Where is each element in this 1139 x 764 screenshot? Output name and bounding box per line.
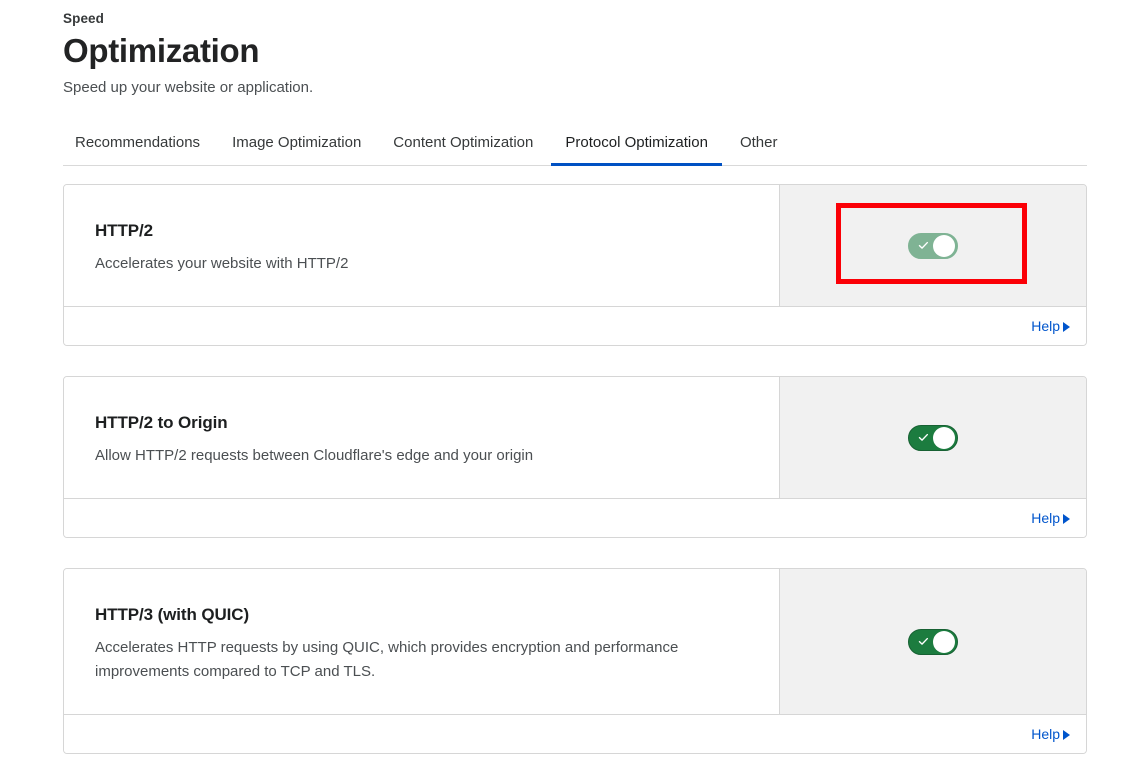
tab-protocol-optimization[interactable]: Protocol Optimization <box>551 128 722 166</box>
card-title: HTTP/2 <box>95 221 153 240</box>
card-text-area: HTTP/2 to Origin Allow HTTP/2 requests b… <box>64 377 780 498</box>
http2-to-origin-toggle-switch[interactable] <box>908 424 958 451</box>
card-text-area: HTTP/3 (with QUIC) Accelerates HTTP requ… <box>64 569 780 714</box>
tab-image-optimization[interactable]: Image Optimization <box>232 128 361 165</box>
card-body: HTTP/2 Accelerates your website with HTT… <box>64 185 1086 306</box>
speed-optimization-page: Speed Optimization Speed up your website… <box>0 0 1139 764</box>
help-link-label: Help <box>1031 726 1060 742</box>
setting-card-http2-to-origin: HTTP/2 to Origin Allow HTTP/2 requests b… <box>63 376 1087 538</box>
card-body: HTTP/2 to Origin Allow HTTP/2 requests b… <box>64 377 1086 498</box>
tab-recommendations[interactable]: Recommendations <box>75 128 200 165</box>
toggle-knob <box>933 234 955 257</box>
card-text-area: HTTP/2 Accelerates your website with HTT… <box>64 185 780 306</box>
card-description: Accelerates HTTP requests by using QUIC,… <box>95 639 679 680</box>
help-link[interactable]: Help <box>1031 317 1070 335</box>
help-link[interactable]: Help <box>1031 725 1070 743</box>
card-control-panel <box>780 569 1086 714</box>
card-description: Allow HTTP/2 requests between Cloudflare… <box>95 447 534 464</box>
tab-content-optimization[interactable]: Content Optimization <box>393 128 533 165</box>
help-link-label: Help <box>1031 318 1060 334</box>
check-icon <box>918 432 929 443</box>
caret-right-icon <box>1063 513 1070 524</box>
breadcrumb-eyebrow: Speed <box>63 11 105 26</box>
check-icon <box>918 636 929 647</box>
check-icon <box>918 240 929 251</box>
setting-card-http2: HTTP/2 Accelerates your website with HTT… <box>63 184 1087 346</box>
card-description: Accelerates your website with HTTP/2 <box>95 255 349 272</box>
card-title: HTTP/2 to Origin <box>95 413 228 432</box>
settings-card-list: HTTP/2 Accelerates your website with HTT… <box>63 184 1087 764</box>
caret-right-icon <box>1063 321 1070 332</box>
card-title: HTTP/3 (with QUIC) <box>95 605 250 624</box>
help-link-label: Help <box>1031 510 1060 526</box>
page-header: Speed Optimization Speed up your website… <box>63 10 1087 99</box>
help-link[interactable]: Help <box>1031 509 1070 527</box>
card-footer: Help <box>64 498 1086 537</box>
toggle-knob <box>933 426 955 449</box>
tab-other[interactable]: Other <box>740 128 778 165</box>
setting-card-http3-quic: HTTP/3 (with QUIC) Accelerates HTTP requ… <box>63 568 1087 754</box>
http2-toggle-switch[interactable] <box>908 232 958 259</box>
tab-bar: Recommendations Image Optimization Conte… <box>63 128 1087 166</box>
card-control-panel <box>780 185 1086 306</box>
card-footer: Help <box>64 306 1086 345</box>
http3-quic-toggle-switch[interactable] <box>908 628 958 655</box>
card-body: HTTP/3 (with QUIC) Accelerates HTTP requ… <box>64 569 1086 714</box>
toggle-knob <box>933 630 955 653</box>
caret-right-icon <box>1063 729 1070 740</box>
card-footer: Help <box>64 714 1086 753</box>
card-control-panel <box>780 377 1086 498</box>
page-title: Optimization <box>63 32 260 69</box>
page-subtitle: Speed up your website or application. <box>63 79 314 96</box>
